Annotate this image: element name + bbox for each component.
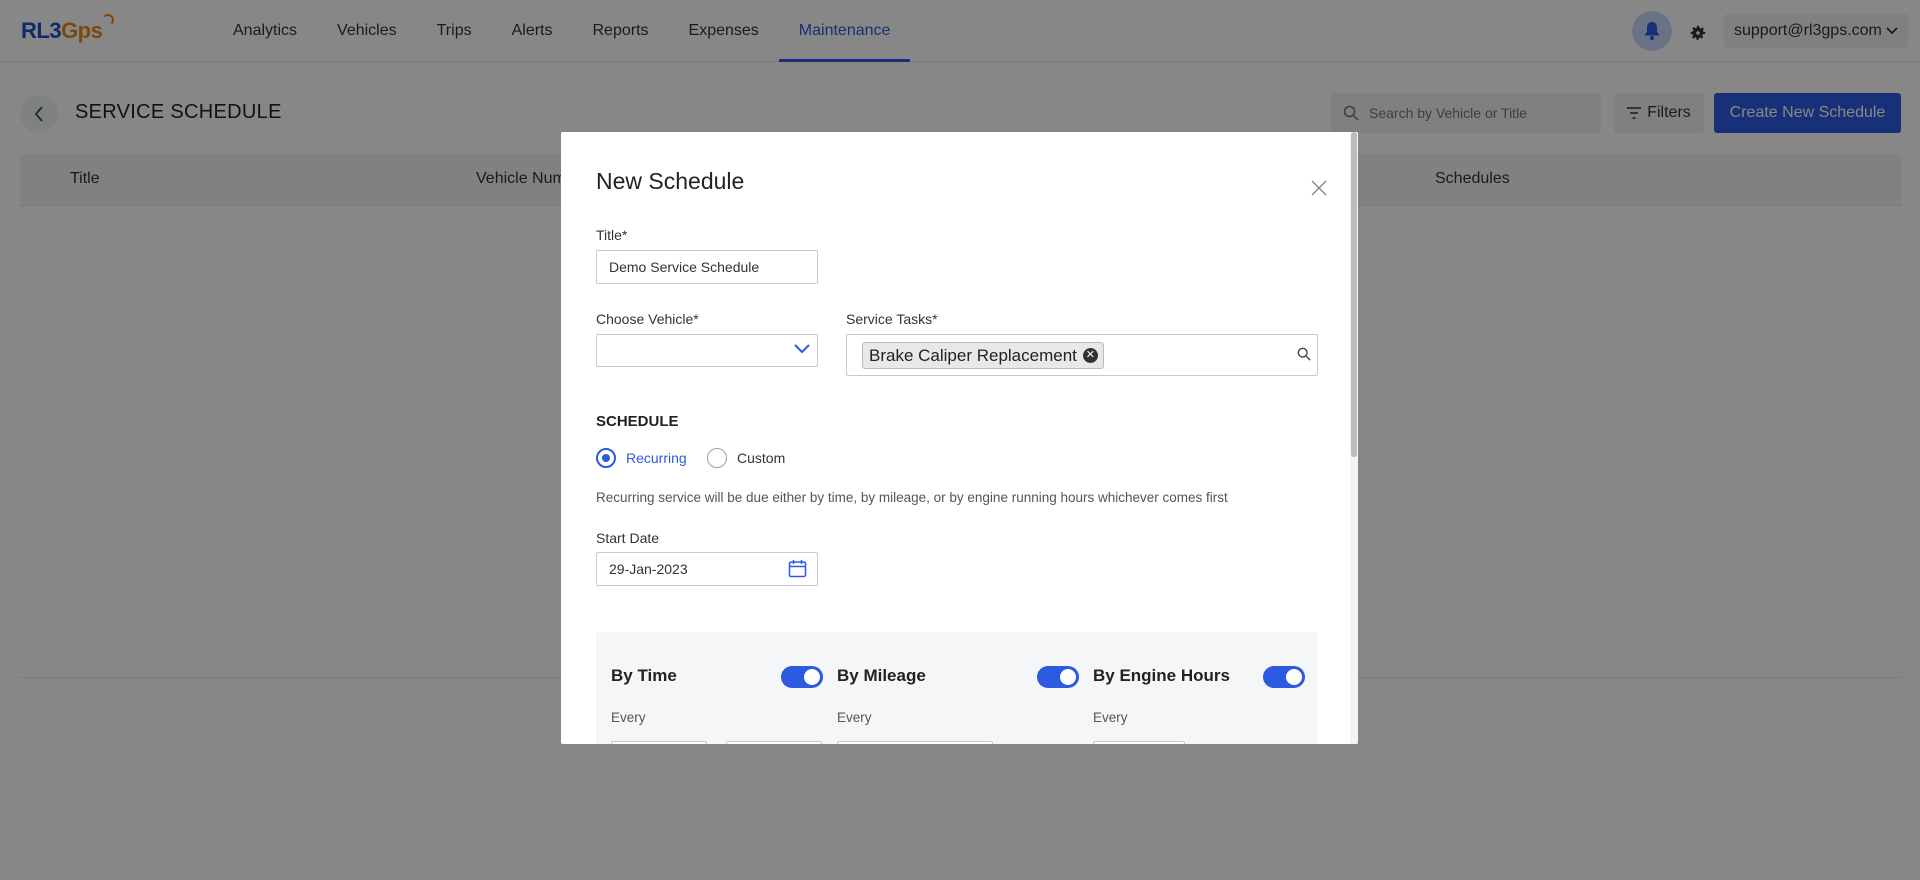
recurring-radio[interactable]: Recurring bbox=[596, 448, 687, 468]
modal-scrollbar[interactable] bbox=[1350, 132, 1358, 744]
title-input[interactable] bbox=[596, 250, 818, 284]
service-tasks-label: Service Tasks* bbox=[846, 311, 938, 327]
by-time-interval-input[interactable] bbox=[611, 741, 707, 744]
recurring-help-text: Recurring service will be due either by … bbox=[596, 490, 1228, 505]
close-icon[interactable] bbox=[1309, 178, 1329, 198]
choose-vehicle-select[interactable] bbox=[596, 334, 818, 367]
task-chip: Brake Caliper Replacement ✕ bbox=[862, 342, 1104, 369]
chevron-down-icon bbox=[794, 344, 810, 354]
by-engine-hours-every-label: Every bbox=[1093, 710, 1128, 725]
schedule-rules-panel: By Time Every By Mileage Every By Engine… bbox=[596, 632, 1318, 744]
title-label: Title* bbox=[596, 227, 628, 243]
scrollbar-thumb[interactable] bbox=[1351, 132, 1357, 457]
service-tasks-multiselect[interactable]: Brake Caliper Replacement ✕ bbox=[846, 334, 1318, 376]
modal-title: New Schedule bbox=[596, 168, 745, 194]
remove-chip-icon[interactable]: ✕ bbox=[1082, 348, 1098, 363]
by-mileage-input[interactable] bbox=[837, 741, 993, 744]
by-time-toggle[interactable] bbox=[781, 666, 823, 688]
schedule-heading: SCHEDULE bbox=[596, 413, 679, 430]
vehicle-label: Choose Vehicle* bbox=[596, 311, 699, 327]
by-mileage-toggle[interactable] bbox=[1037, 666, 1079, 688]
start-date-label: Start Date bbox=[596, 530, 660, 546]
by-engine-hours-toggle[interactable] bbox=[1263, 666, 1305, 688]
search-icon[interactable] bbox=[1297, 347, 1311, 361]
custom-radio[interactable]: Custom bbox=[707, 448, 785, 468]
start-date-input[interactable]: 29-Jan-2023 bbox=[596, 552, 818, 586]
by-time-every-label: Every bbox=[611, 710, 646, 725]
by-mileage-title: By Mileage bbox=[837, 666, 926, 685]
by-time-title: By Time bbox=[611, 666, 677, 685]
new-schedule-modal: New Schedule Title* Choose Vehicle* Serv… bbox=[561, 132, 1358, 744]
by-time-unit-select[interactable] bbox=[726, 741, 822, 744]
by-mileage-every-label: Every bbox=[837, 710, 872, 725]
calendar-icon[interactable] bbox=[788, 559, 807, 578]
by-engine-hours-title: By Engine Hours bbox=[1093, 666, 1230, 685]
by-engine-hours-input[interactable] bbox=[1093, 741, 1185, 744]
